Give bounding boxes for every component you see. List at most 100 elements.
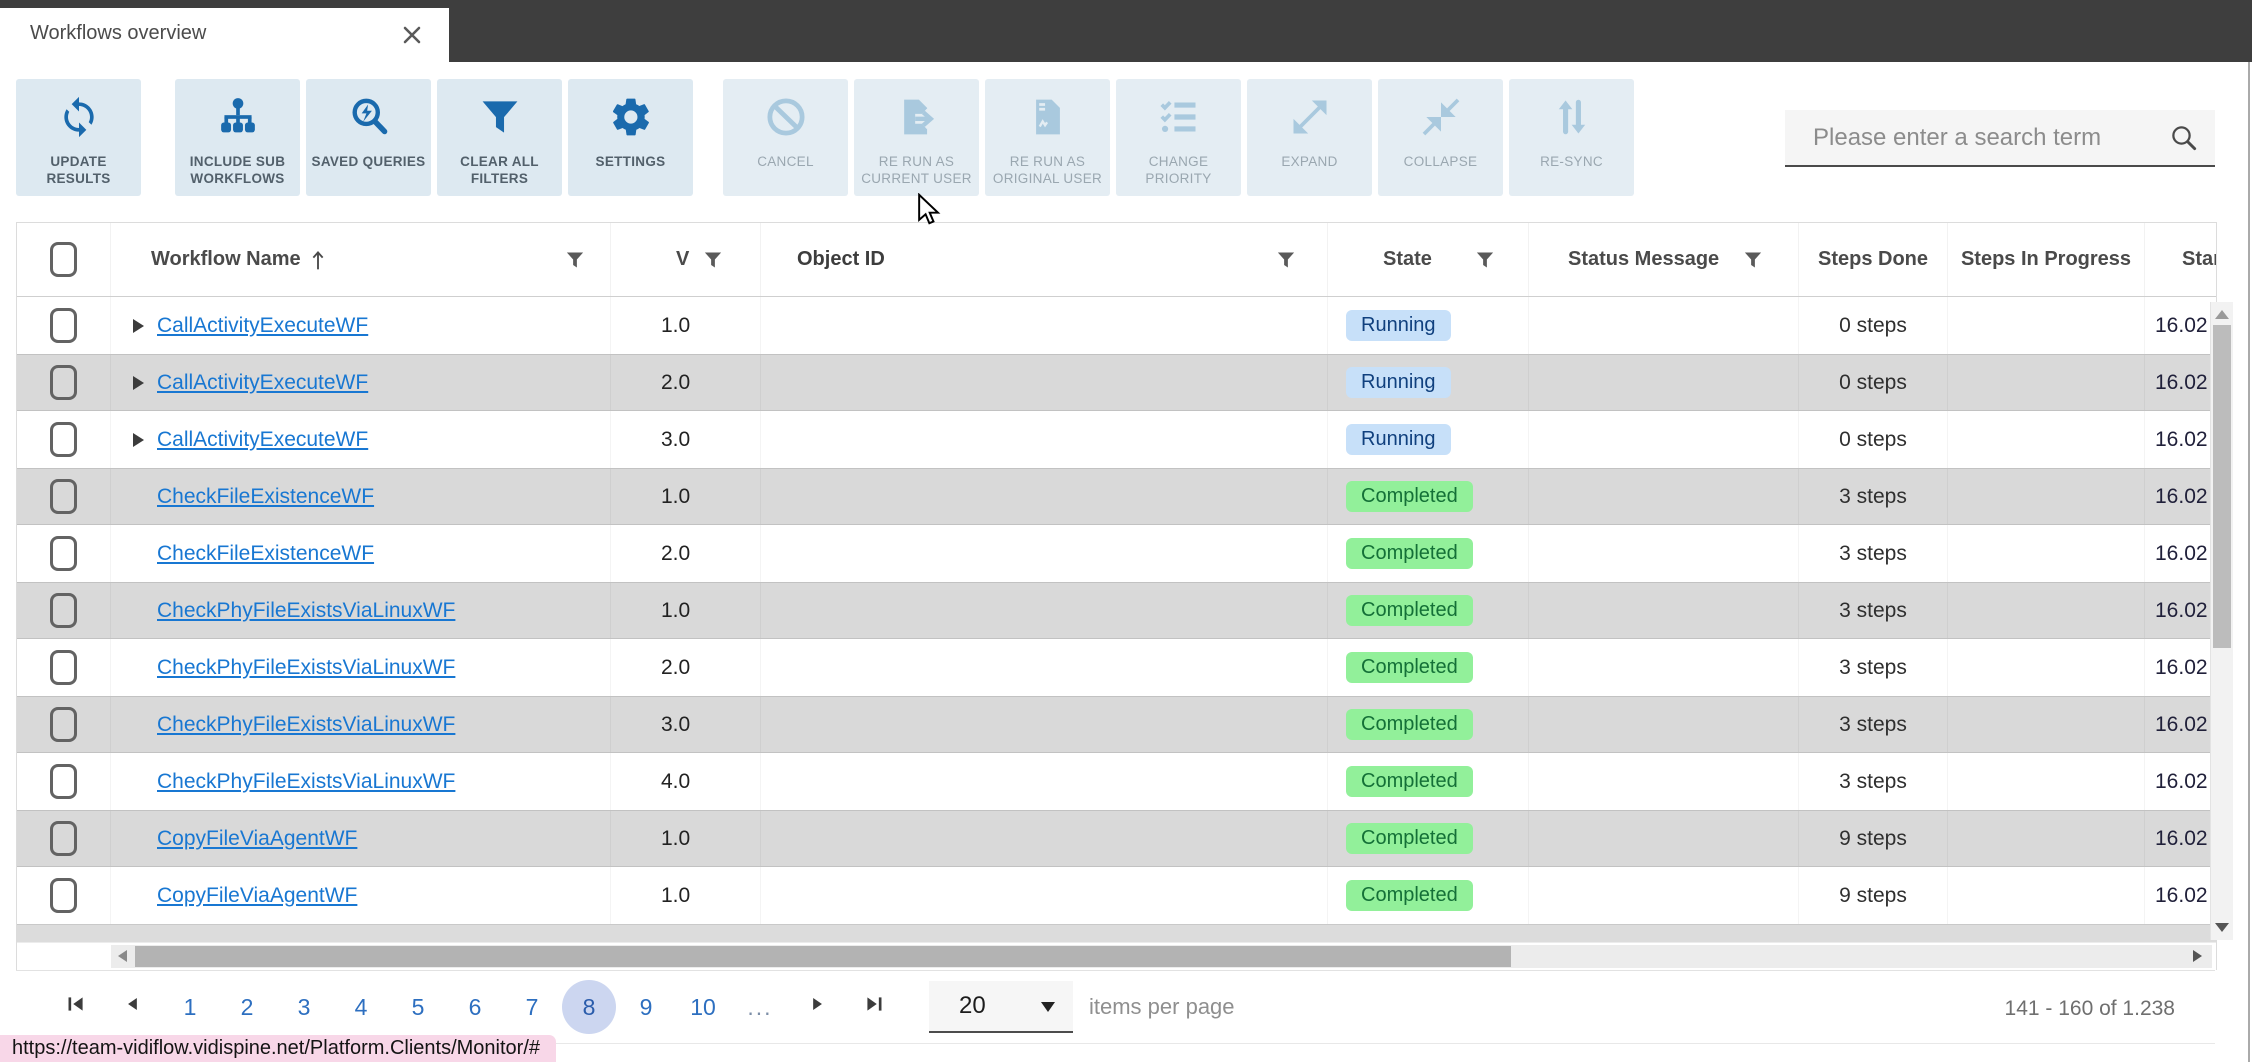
clear-all-filters-button[interactable]: CLEAR ALL FILTERS: [437, 79, 562, 196]
table-row: CheckPhyFileExistsViaLinuxWF 3.0 Completed…: [17, 696, 2216, 753]
page-button-7[interactable]: 7: [512, 980, 552, 1034]
column-header-steps-in-progress[interactable]: Steps In Progress: [1948, 223, 2145, 296]
tab-workflows-overview[interactable]: Workflows overview: [0, 8, 449, 62]
row-checkbox[interactable]: [50, 707, 77, 742]
steps-in-progress-cell: [1948, 753, 2145, 810]
steps-in-progress-cell: [1948, 867, 2145, 924]
row-checkbox[interactable]: [50, 878, 77, 913]
page-button-9[interactable]: 9: [626, 980, 666, 1034]
column-header-object-id[interactable]: Object ID: [761, 223, 1328, 296]
version-value: 1.0: [661, 313, 691, 337]
object-id-cell: [761, 469, 1328, 524]
row-checkbox[interactable]: [50, 650, 77, 685]
cancel-icon: [764, 92, 808, 142]
filter-icon: [478, 92, 522, 142]
page-button-3[interactable]: 3: [284, 980, 324, 1034]
workflow-link[interactable]: CallActivityExecuteWF: [157, 428, 368, 452]
items-per-page-select[interactable]: 20: [929, 981, 1073, 1033]
scroll-right-arrow-icon[interactable]: [2193, 950, 2202, 962]
row-checkbox[interactable]: [50, 308, 77, 343]
table-row: CopyFileViaAgentWF 1.0 Completed 9 steps 16.…: [17, 810, 2216, 867]
started-value: 16.02: [2155, 427, 2208, 451]
page-button-8[interactable]: 8: [562, 980, 616, 1034]
started-value: 16.02: [2155, 370, 2208, 394]
first-page-button[interactable]: [56, 980, 96, 1034]
scroll-down-arrow-icon[interactable]: [2215, 923, 2229, 932]
object-id-cell: [761, 811, 1328, 866]
select-all-checkbox[interactable]: [50, 242, 77, 277]
column-header-state[interactable]: State: [1328, 223, 1529, 296]
column-header-version[interactable]: V: [611, 223, 761, 296]
row-checkbox[interactable]: [50, 821, 77, 856]
workflow-link[interactable]: CheckFileExistenceWF: [157, 485, 374, 509]
column-header-started[interactable]: Started: [2145, 223, 2216, 296]
include-sub-workflows-button[interactable]: INCLUDE SUB WORKFLOWS: [175, 79, 300, 196]
workflow-link[interactable]: CheckPhyFileExistsViaLinuxWF: [157, 713, 455, 737]
workflow-link[interactable]: CopyFileViaAgentWF: [157, 827, 357, 851]
scroll-left-arrow-icon[interactable]: [118, 950, 127, 962]
checklist-icon: [1157, 92, 1201, 142]
update-results-button[interactable]: UPDATE RESULTS: [16, 79, 141, 196]
vertical-scrollbar[interactable]: [2210, 302, 2233, 940]
workflow-link[interactable]: CopyFileViaAgentWF: [157, 884, 357, 908]
expand-row-icon[interactable]: [133, 375, 144, 390]
row-checkbox[interactable]: [50, 764, 77, 799]
horizontal-scrollbar[interactable]: [17, 942, 2216, 970]
filter-icon[interactable]: [1475, 250, 1495, 270]
search-icon[interactable]: [2169, 123, 2199, 153]
page-button-6[interactable]: 6: [455, 980, 495, 1034]
close-icon[interactable]: [401, 24, 423, 46]
page-button-1[interactable]: 1: [170, 980, 210, 1034]
row-checkbox[interactable]: [50, 593, 77, 628]
version-value: 2.0: [661, 370, 691, 394]
next-page-button[interactable]: [797, 980, 837, 1034]
document-icon: [1026, 92, 1070, 142]
row-checkbox[interactable]: [50, 422, 77, 457]
chevron-down-icon: [1041, 1002, 1055, 1012]
steps-done-value: 3 steps: [1839, 655, 1907, 679]
page-ellipsis[interactable]: ...: [740, 980, 780, 1034]
vertical-scrollbar-thumb[interactable]: [2213, 325, 2231, 648]
pagination-nav: 1 2 3 4 5 6 7 8 9 10...: [56, 980, 911, 1034]
expand-row-icon[interactable]: [133, 318, 144, 333]
workflow-link[interactable]: CallActivityExecuteWF: [157, 314, 368, 338]
page-button-4[interactable]: 4: [341, 980, 381, 1034]
column-header-status-message[interactable]: Status Message: [1529, 223, 1799, 296]
page-button-2[interactable]: 2: [227, 980, 267, 1034]
workflow-link[interactable]: CheckPhyFileExistsViaLinuxWF: [157, 656, 455, 680]
filter-icon[interactable]: [565, 250, 585, 270]
rerun-as-current-user-button: RE RUN AS CURRENT USER: [854, 79, 979, 196]
row-checkbox[interactable]: [50, 536, 77, 571]
prev-page-button[interactable]: [113, 980, 153, 1034]
steps-done-value: 3 steps: [1839, 712, 1907, 736]
filter-icon[interactable]: [1743, 250, 1763, 270]
refresh-icon: [57, 92, 101, 142]
object-id-cell: [761, 697, 1328, 752]
hierarchy-icon: [216, 92, 260, 142]
search-input[interactable]: [1785, 110, 2215, 165]
column-header-workflow-name[interactable]: Workflow Name: [111, 223, 611, 296]
row-checkbox[interactable]: [50, 365, 77, 400]
column-header-steps-done[interactable]: Steps Done: [1799, 223, 1948, 296]
table-row: CheckPhyFileExistsViaLinuxWF 2.0 Completed…: [17, 639, 2216, 696]
saved-queries-button[interactable]: SAVED QUERIES: [306, 79, 431, 196]
horizontal-scrollbar-thumb[interactable]: [135, 946, 1511, 967]
select-all-cell: [17, 223, 111, 296]
workflow-link[interactable]: CheckPhyFileExistsViaLinuxWF: [157, 770, 455, 794]
page-button-10[interactable]: 10: [683, 980, 723, 1034]
settings-button[interactable]: SETTINGS: [568, 79, 693, 196]
status-message-cell: [1529, 753, 1799, 810]
status-url-tooltip: https://team-vidiflow.vidispine.net/Plat…: [0, 1035, 556, 1062]
filter-icon[interactable]: [703, 250, 723, 270]
workflow-link[interactable]: CheckPhyFileExistsViaLinuxWF: [157, 599, 455, 623]
scroll-up-arrow-icon[interactable]: [2215, 310, 2229, 319]
started-value: 16.02: [2155, 484, 2208, 508]
page-button-5[interactable]: 5: [398, 980, 438, 1034]
expand-row-icon[interactable]: [133, 432, 144, 447]
filter-icon[interactable]: [1276, 250, 1296, 270]
workflow-link[interactable]: CheckFileExistenceWF: [157, 542, 374, 566]
workflow-link[interactable]: CallActivityExecuteWF: [157, 371, 368, 395]
last-page-button[interactable]: [854, 980, 894, 1034]
status-message-cell: [1529, 297, 1799, 354]
row-checkbox[interactable]: [50, 479, 77, 514]
